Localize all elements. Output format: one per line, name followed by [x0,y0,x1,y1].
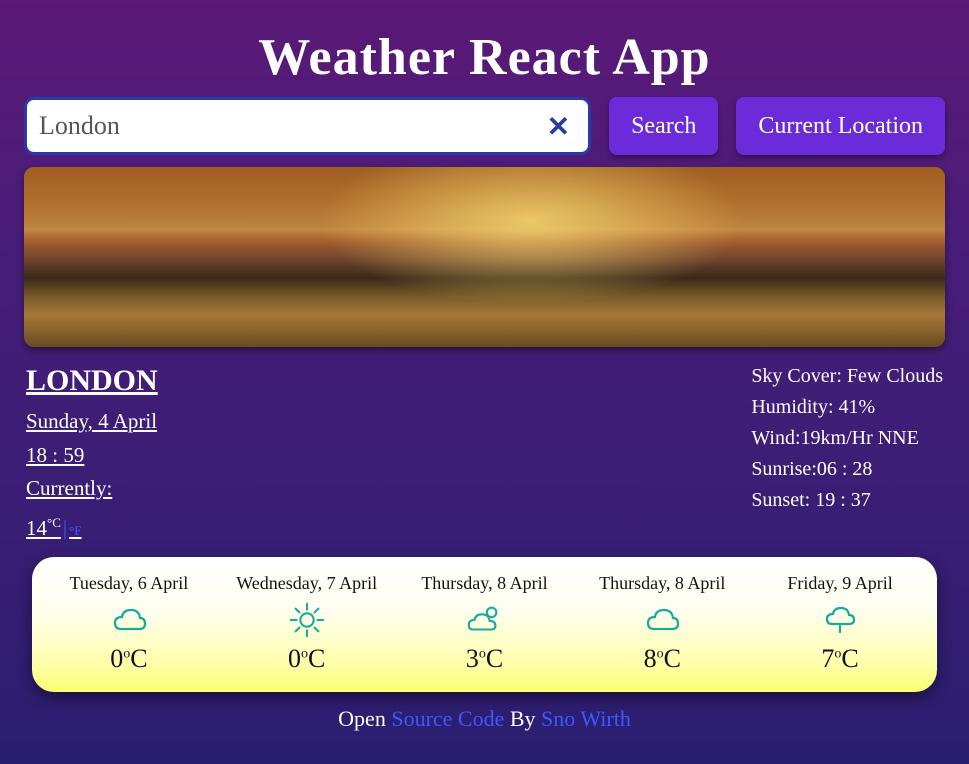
current-temp: 14°C|°F [26,512,158,546]
city-name: LONDON [26,357,158,405]
forecast-day-label: Thursday, 8 April [399,573,569,594]
current-location-button[interactable]: Current Location [736,97,945,155]
forecast-day: Friday, 9 April 7oC [755,573,925,674]
unit-divider: | [63,516,67,540]
search-button[interactable]: Search [609,97,718,155]
forecast-temp: 7oC [755,644,925,674]
forecast-temp: 8oC [577,644,747,674]
sunrise: Sunrise:06 : 28 [751,454,943,485]
current-date: Sunday, 4 April [26,405,158,439]
forecast-day-label: Friday, 9 April [755,573,925,594]
info-row: LONDON Sunday, 4 April 18 : 59 Currently… [24,357,945,545]
forecast-day: Thursday, 8 April 3oC [399,573,569,674]
weather-icon [577,600,747,640]
weather-icon [399,600,569,640]
search-row: ✕ Search Current Location [24,97,945,155]
author-link[interactable]: Sno Wirth [541,706,631,731]
footer-text-2: By [504,706,541,731]
forecast-day: Tuesday, 6 April 0oC [44,573,214,674]
search-input-wrap: ✕ [24,97,591,155]
weather-details: Sky Cover: Few Clouds Humidity: 41% Wind… [751,357,943,545]
current-summary: LONDON Sunday, 4 April 18 : 59 Currently… [26,357,158,545]
sky-cover: Sky Cover: Few Clouds [751,361,943,392]
weather-icon [755,600,925,640]
currently-label: Currently: [26,472,158,506]
forecast-day-label: Wednesday, 7 April [222,573,392,594]
hero-image [24,167,945,347]
forecast-temp: 0oC [222,644,392,674]
footer: Open Source Code By Sno Wirth [24,706,945,732]
forecast-day-label: Thursday, 8 April [577,573,747,594]
search-input[interactable] [39,111,541,141]
current-time: 18 : 59 [26,439,158,473]
temp-value: 14 [26,516,47,540]
forecast-day-label: Tuesday, 6 April [44,573,214,594]
forecast-panel: Tuesday, 6 April 0oC Wednesday, 7 April 0oC… [32,557,937,692]
weather-icon [222,600,392,640]
unit-celsius[interactable]: °C [47,515,61,530]
clear-icon[interactable]: ✕ [541,110,576,143]
forecast-temp: 0oC [44,644,214,674]
app-title: Weather React App [24,28,945,87]
unit-fahrenheit[interactable]: °F [69,523,81,538]
sunset: Sunset: 19 : 37 [751,485,943,516]
forecast-day: Thursday, 8 April 8oC [577,573,747,674]
humidity: Humidity: 41% [751,392,943,423]
weather-icon [44,600,214,640]
source-code-link[interactable]: Source Code [391,706,504,731]
forecast-temp: 3oC [399,644,569,674]
footer-text-1: Open [338,706,391,731]
forecast-day: Wednesday, 7 April 0oC [222,573,392,674]
wind: Wind:19km/Hr NNE [751,423,943,454]
